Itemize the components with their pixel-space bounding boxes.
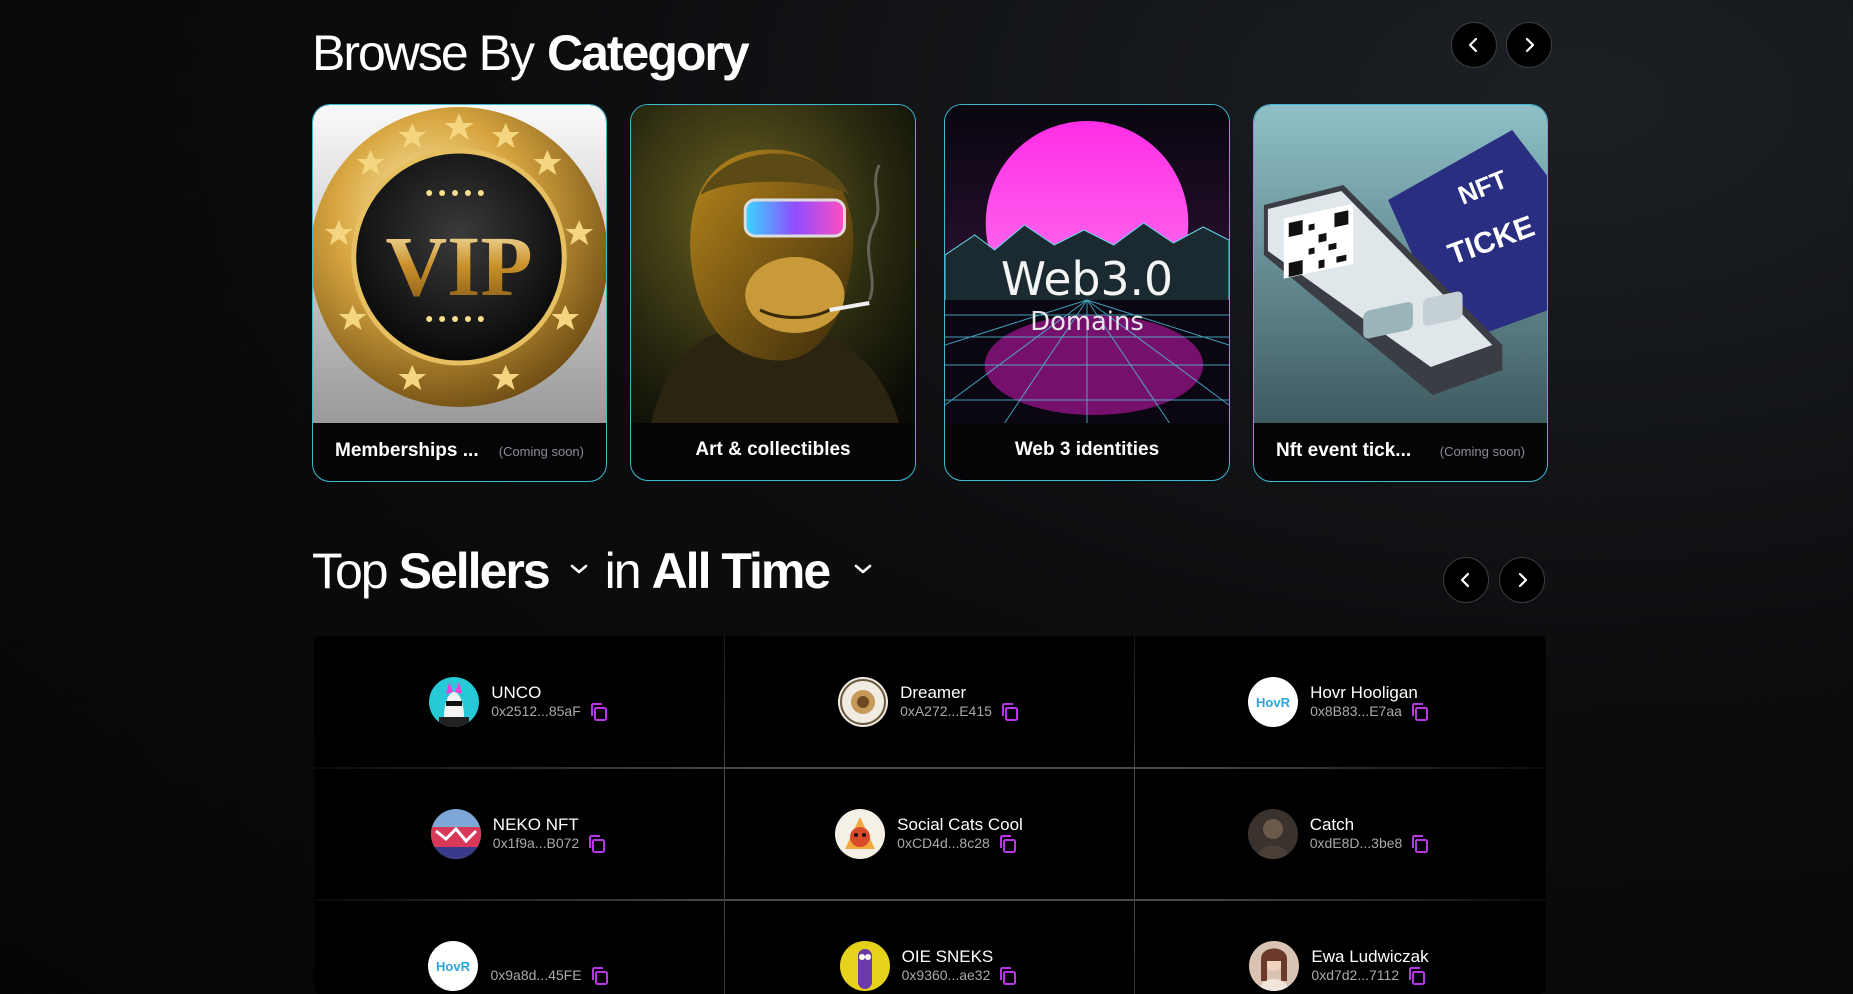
chevron-right-icon <box>1518 572 1528 588</box>
copy-icon[interactable] <box>590 966 610 986</box>
seller-card[interactable]: NEKO NFT 0x1f9a...B072 <box>314 768 724 900</box>
category-name: Nft event tick... <box>1276 440 1412 461</box>
category-name: Web 3 identities <box>1014 439 1160 460</box>
seller-name: Ewa Ludwiczak <box>1311 946 1429 966</box>
copy-icon[interactable] <box>1410 834 1430 854</box>
svg-text:HovR: HovR <box>436 959 471 974</box>
copy-icon[interactable] <box>1410 702 1430 722</box>
copy-icon[interactable] <box>589 702 609 722</box>
category-next-button[interactable] <box>1506 22 1552 68</box>
seller-address: 0xA272...E415 <box>900 703 992 719</box>
browse-category-title: Browse By Category <box>312 24 750 82</box>
chevron-left-icon <box>1468 37 1478 53</box>
ape-art-image <box>631 105 915 423</box>
svg-text:Domains: Domains <box>1030 307 1144 337</box>
seller-card[interactable]: HovR 0x9a8d...45FE <box>314 900 724 994</box>
category-prev-button[interactable] <box>1451 22 1497 68</box>
chevron-left-icon <box>1460 572 1470 588</box>
seller-address: 0x1f9a...B072 <box>492 835 580 851</box>
browse-title-light: Browse By <box>312 25 535 81</box>
svg-text:VIP: VIP <box>385 219 532 314</box>
coming-soon-badge: (Coming soon) <box>498 443 584 459</box>
chevron-down-icon[interactable] <box>847 553 879 585</box>
category-card-art-collectibles[interactable]: Art & collectibles <box>630 104 916 481</box>
category-card-web3-identities[interactable]: Web3.0 Domains Web 3 identities <box>944 104 1230 481</box>
top-sellers-title: Top Sellers in All Time <box>312 542 889 600</box>
top-label: Top <box>312 543 389 599</box>
seller-name: Social Cats Cool <box>897 814 1023 834</box>
category-label-web3: Web 3 identities <box>945 420 1229 480</box>
sellers-next-button[interactable] <box>1499 557 1545 603</box>
sellers-prev-button[interactable] <box>1443 557 1489 603</box>
avatar <box>1249 941 1300 991</box>
seller-address: 0xdE8D...3be8 <box>1309 835 1403 851</box>
sellers-type-dropdown[interactable]: Sellers <box>399 542 551 600</box>
seller-address: 0x2512...85aF <box>491 703 581 719</box>
seller-name: Catch <box>1309 814 1355 834</box>
copy-icon[interactable] <box>998 834 1018 854</box>
in-label: in <box>604 543 642 599</box>
seller-card[interactable]: Ewa Ludwiczak 0xd7d2...7112 <box>1134 900 1544 994</box>
event-ticket-image: NFT TICKE <box>1254 105 1547 423</box>
avatar <box>839 941 890 991</box>
copy-icon[interactable] <box>587 834 607 854</box>
seller-address: 0x9a8d...45FE <box>490 967 582 983</box>
category-card-event-tickets[interactable]: NFT TICKE Nft event tick... (Coming soon… <box>1253 104 1548 482</box>
seller-name: Dreamer <box>900 682 967 702</box>
coming-soon-badge: (Coming soon) <box>1439 443 1525 459</box>
seller-name: Hovr Hooligan <box>1310 682 1418 702</box>
seller-card[interactable]: Dreamer 0xA272...E415 <box>724 636 1134 768</box>
seller-name: UNCO <box>491 682 542 702</box>
seller-address: 0x8B83...E7aa <box>1310 703 1402 719</box>
seller-card[interactable]: Social Cats Cool 0xCD4d...8c28 <box>724 768 1134 900</box>
avatar: HovR <box>428 941 479 991</box>
copy-icon[interactable] <box>1000 702 1020 722</box>
svg-text:Web3.0: Web3.0 <box>1001 252 1173 306</box>
chevron-down-icon[interactable] <box>563 553 595 585</box>
seller-address: 0xCD4d...8c28 <box>897 835 990 851</box>
vip-coin-image: VIP <box>313 105 606 423</box>
seller-address: 0x9360...ae32 <box>901 967 991 983</box>
web3-domains-image: Web3.0 Domains <box>945 105 1229 423</box>
seller-name: NEKO NFT <box>492 814 579 834</box>
copy-icon[interactable] <box>1407 966 1427 986</box>
seller-card[interactable]: UNCO 0x2512...85aF <box>314 636 724 768</box>
avatar <box>1247 809 1298 859</box>
category-label-art: Art & collectibles <box>631 420 915 480</box>
category-label-memberships: Memberships ... (Coming soon) <box>313 421 606 481</box>
avatar <box>430 809 481 859</box>
avatar <box>835 809 886 859</box>
category-card-memberships[interactable]: VIP Memberships ... (Coming soon) <box>312 104 607 482</box>
avatar: HovR <box>1248 677 1299 727</box>
category-label-tickets: Nft event tick... (Coming soon) <box>1254 421 1547 481</box>
seller-card[interactable]: OIE SNEKS 0x9360...ae32 <box>724 900 1134 994</box>
category-name: Art & collectibles <box>695 439 851 460</box>
svg-text:HovR: HovR <box>1256 695 1291 710</box>
avatar <box>838 677 889 727</box>
seller-card[interactable]: Catch 0xdE8D...3be8 <box>1134 768 1544 900</box>
avatar <box>429 677 480 727</box>
copy-icon[interactable] <box>998 966 1018 986</box>
chevron-right-icon <box>1525 37 1535 53</box>
category-name: Memberships ... <box>335 440 479 461</box>
top-sellers-grid: UNCO 0x2512...85aF Dreamer 0xA272...E415 <box>314 636 1546 994</box>
browse-title-bold: Category <box>546 25 750 81</box>
seller-name: OIE SNEKS <box>901 946 994 966</box>
seller-card[interactable]: HovR Hovr Hooligan 0x8B83...E7aa <box>1134 636 1544 768</box>
seller-address: 0xd7d2...7112 <box>1311 967 1400 983</box>
period-dropdown[interactable]: All Time <box>652 542 832 600</box>
